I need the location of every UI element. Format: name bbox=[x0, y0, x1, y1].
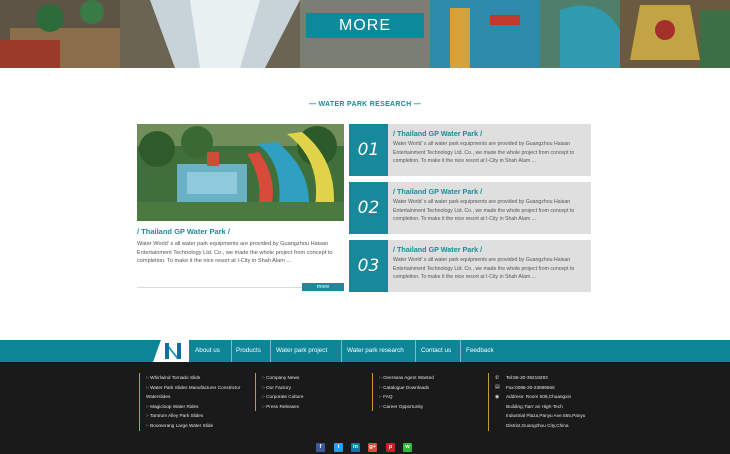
footer-contact-column: ✆ Tel:86-20-39218293 ▤ Fax:0086-20-2388956… bbox=[488, 373, 585, 431]
twitter-icon[interactable]: t bbox=[334, 443, 343, 452]
footer bbox=[0, 362, 730, 454]
news-text: Water World’ s all water park equipments… bbox=[393, 199, 575, 222]
more-button[interactable]: MORE bbox=[306, 13, 424, 38]
featured-article-title[interactable]: / Thailand GP Water Park / bbox=[137, 227, 230, 236]
spacer-icon bbox=[495, 404, 501, 410]
featured-article-image[interactable] bbox=[137, 124, 344, 221]
news-item-1[interactable]: 01 / Thailand GP Water Park / Water Worl… bbox=[349, 124, 591, 176]
linkedin-icon[interactable]: in bbox=[351, 443, 360, 452]
footer-link[interactable]: :- Our Factory bbox=[262, 383, 303, 393]
nav-divider bbox=[341, 340, 342, 362]
news-number: 02 bbox=[349, 182, 388, 234]
wechat-icon[interactable]: w bbox=[403, 443, 412, 452]
contact-address-line: Building,Tian’ an High-Tech bbox=[506, 403, 563, 409]
nav-about-us[interactable]: About us bbox=[195, 340, 220, 362]
contact-tel-text: Tel:86-20-39218293 bbox=[506, 375, 548, 380]
contact-address-line: Address: Room 508,Chuangxin bbox=[506, 394, 572, 400]
hero-banner: MORE bbox=[0, 0, 730, 68]
spacer-icon bbox=[495, 413, 501, 419]
nav-water-park-research[interactable]: Water park research bbox=[347, 340, 404, 362]
footer-link[interactable]: :- Whirlwind Tornado Slide bbox=[146, 373, 240, 383]
footer-link[interactable]: :- Corporate Culture bbox=[262, 392, 303, 402]
pinterest-icon[interactable]: p bbox=[386, 443, 395, 452]
section-title: — WATER PARK RESEARCH — bbox=[308, 101, 422, 108]
footer-link[interactable]: :- Career Opportunity bbox=[379, 402, 434, 412]
footer-link[interactable]: :- Magicloop Water Rides bbox=[146, 402, 240, 412]
footer-link[interactable]: :- Catalogue Downloads bbox=[379, 383, 434, 393]
footer-link[interactable]: :- Company News bbox=[262, 373, 303, 383]
footer-link[interactable]: :- Water Park Slides Manufacturer Constr… bbox=[146, 383, 240, 393]
phone-icon: ✆ bbox=[495, 374, 500, 381]
footer-link[interactable]: Waterslides bbox=[146, 392, 240, 402]
footer-link[interactable]: :- Boomerang Large Water Slide bbox=[146, 421, 240, 431]
footer-link[interactable]: :- Press Releases bbox=[262, 402, 303, 412]
contact-address: District,Guangzhou City,China bbox=[495, 421, 585, 431]
location-icon: ◉ bbox=[495, 393, 500, 400]
nav-divider bbox=[231, 340, 232, 362]
page: MORE — WATER PARK RESEARCH — / Thailand … bbox=[0, 0, 730, 454]
nav-feedback[interactable]: Feedback bbox=[466, 340, 494, 362]
footer-link[interactable]: :- Overseas Agent Wanted bbox=[379, 373, 434, 383]
google-plus-icon[interactable]: g+ bbox=[368, 443, 377, 452]
news-number: 01 bbox=[349, 124, 388, 176]
news-item-3[interactable]: 03 / Thailand GP Water Park / Water Worl… bbox=[349, 240, 591, 292]
featured-more-button[interactable]: more bbox=[302, 283, 344, 291]
contact-fax: ▤ Fax:0086-20-23889566 bbox=[495, 383, 585, 393]
news-title[interactable]: / Thailand GP Water Park / bbox=[393, 187, 482, 196]
nav-divider bbox=[270, 340, 271, 362]
contact-tel: ✆ Tel:86-20-39218293 bbox=[495, 373, 585, 383]
nav-water-park-project[interactable]: Water park project bbox=[276, 340, 327, 362]
news-item-2[interactable]: 02 / Thailand GP Water Park / Water Worl… bbox=[349, 182, 591, 234]
contact-fax-text: Fax:0086-20-23889566 bbox=[506, 384, 555, 390]
featured-article-text: Water World’ s all water park equipments… bbox=[137, 241, 333, 265]
spacer-icon bbox=[495, 423, 501, 429]
news-title[interactable]: / Thailand GP Water Park / bbox=[393, 129, 482, 138]
news-text: Water World’ s all water park equipments… bbox=[393, 257, 575, 280]
footer-news-column: :- Company News :- Our Factory :- Corpor… bbox=[255, 373, 303, 412]
nav-contact-us[interactable]: Contact us bbox=[421, 340, 451, 362]
news-text: Water World’ s all water park equipments… bbox=[393, 141, 575, 164]
contact-address: ◉ Address: Room 508,Chuangxin bbox=[495, 392, 585, 402]
nav-products[interactable]: Products bbox=[236, 340, 261, 362]
news-title[interactable]: / Thailand GP Water Park / bbox=[393, 245, 482, 254]
nav-divider bbox=[415, 340, 416, 362]
contact-address-line: District,Guangzhou City,China bbox=[506, 422, 569, 428]
footer-link[interactable]: :- FAQ bbox=[379, 392, 434, 402]
news-number: 03 bbox=[349, 240, 388, 292]
footer-link[interactable]: :- Tantrum Alley Park Slides bbox=[146, 411, 240, 421]
facebook-icon[interactable]: f bbox=[316, 443, 325, 452]
contact-address: Industrial Plaza,Panyu Ave.555,Panyu bbox=[495, 411, 585, 421]
divider bbox=[137, 287, 302, 288]
footer-service-column: :- Overseas Agent Wanted :- Catalogue Do… bbox=[372, 373, 434, 412]
footer-products-column: :- Whirlwind Tornado Slide :- Water Park… bbox=[139, 373, 240, 431]
contact-address-line: Industrial Plaza,Panyu Ave.555,Panyu bbox=[506, 413, 586, 419]
fax-icon: ▤ bbox=[495, 384, 500, 391]
nav-divider bbox=[460, 340, 461, 362]
waterpark-aerial-image bbox=[137, 124, 344, 221]
contact-address: Building,Tian’ an High-Tech bbox=[495, 402, 585, 412]
